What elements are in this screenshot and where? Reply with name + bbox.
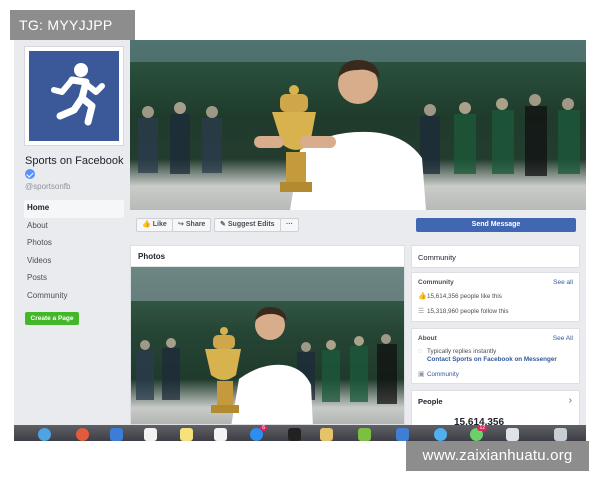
trash-icon[interactable]: [554, 428, 567, 441]
share-label: Share: [185, 221, 206, 228]
music-icon[interactable]: [288, 428, 301, 441]
page-title[interactable]: Sports on Facebook: [25, 154, 125, 182]
messenger-icon: ◌: [418, 348, 423, 355]
chevron-right-icon: ›: [568, 395, 572, 406]
about-subheader: About See All: [412, 329, 579, 345]
suggest-edits-label: Suggest Edits: [227, 221, 275, 228]
like-button[interactable]: 👍 Like: [136, 218, 173, 232]
safari-icon[interactable]: [434, 428, 447, 441]
about-title: About: [418, 335, 437, 342]
community-subheader: Community See all: [412, 273, 579, 289]
cover-photo-illustration: [130, 40, 586, 210]
left-sidebar: Sports on Facebook @sportsonfb Home Abou…: [14, 40, 130, 425]
cover-photo[interactable]: [130, 40, 586, 210]
facebook-page-screen: Sports on Facebook @sportsonfb Home Abou…: [14, 40, 586, 425]
featured-photo[interactable]: [131, 267, 404, 424]
photos-card: Photos: [130, 245, 405, 425]
community-subheader-label: Community: [418, 279, 454, 286]
people-count: 15,614,356: [454, 417, 505, 425]
facetime-icon[interactable]: [396, 428, 409, 441]
calendar-icon[interactable]: [144, 428, 157, 441]
mac-dock: 6 12: [14, 425, 586, 441]
thumbs-up-icon: 👍: [418, 293, 427, 300]
photos-icon[interactable]: [320, 428, 333, 441]
suggest-edits-button[interactable]: ✎ Suggest Edits: [214, 218, 281, 232]
nav-item-photos[interactable]: Photos: [24, 235, 124, 253]
follow-icon: ☰: [418, 308, 425, 315]
nav-item-videos[interactable]: Videos: [24, 253, 124, 271]
likes-row: 👍15,614,356 people like this: [412, 289, 579, 304]
follows-row: ☰ 15,318,960 people follow this: [412, 304, 579, 319]
reminders-icon[interactable]: [214, 428, 227, 441]
finder-icon[interactable]: [38, 428, 51, 441]
replies-text: Typically replies instantly: [427, 348, 497, 355]
profile-picture[interactable]: [24, 46, 124, 146]
notes-icon[interactable]: [180, 428, 193, 441]
page-nav: Home About Photos Videos Posts Community: [24, 200, 124, 305]
messages-badge-icon[interactable]: 12: [470, 425, 487, 441]
channel-tag: TG: MYYJJPP: [10, 10, 135, 40]
page-handle: @sportsonfb: [25, 182, 71, 191]
about-card: About See All ◌ Typically replies instan…: [411, 328, 580, 384]
share-button[interactable]: ↪ Share: [172, 218, 212, 232]
send-message-button[interactable]: Send Message: [416, 218, 576, 232]
featured-photo-illustration: [131, 267, 404, 424]
community-card: Community See all 👍15,614,356 people lik…: [411, 272, 580, 322]
messenger-row: ◌ Typically replies instantly Contact Sp…: [412, 345, 579, 367]
badge-count: 6: [260, 425, 267, 431]
running-person-icon: [29, 51, 119, 141]
app-store-icon[interactable]: 6: [250, 425, 267, 441]
watermark: www.zaixianhuatu.org: [406, 441, 589, 471]
community-see-all-link[interactable]: See all: [553, 279, 573, 286]
like-label: Like: [152, 221, 167, 228]
nav-item-home[interactable]: Home: [24, 200, 124, 218]
page-name-text: Sports on Facebook: [25, 155, 124, 167]
chrome-icon[interactable]: [76, 428, 89, 441]
verified-badge-icon: [25, 169, 35, 179]
follows-count-text: 15,318,960 people follow this: [427, 308, 509, 315]
people-card: People › 15,614,356: [411, 390, 580, 425]
thumbs-up-icon: 👍: [142, 221, 151, 228]
photos-card-title[interactable]: Photos: [131, 246, 404, 267]
nav-item-about[interactable]: About: [24, 218, 124, 236]
community-header-card: Community: [411, 245, 580, 268]
people-title-row[interactable]: People ›: [412, 391, 579, 411]
nav-item-posts[interactable]: Posts: [24, 270, 124, 288]
more-options-button[interactable]: ···: [280, 218, 299, 232]
mail-icon[interactable]: [110, 428, 123, 441]
share-arrow-icon: ↪: [178, 221, 184, 228]
create-page-button[interactable]: Create a Page: [25, 312, 79, 325]
preview-icon[interactable]: [506, 428, 519, 441]
people-title: People: [418, 397, 443, 406]
pencil-icon: ✎: [220, 221, 226, 228]
community-header[interactable]: Community: [412, 246, 579, 268]
about-see-all-link[interactable]: See All: [553, 335, 573, 342]
page-action-bar: 👍 Like ↪ Share ✎ Suggest Edits ··· Send Mes…: [130, 210, 586, 240]
contact-messenger-link[interactable]: Contact Sports on Facebook on Messenger: [427, 356, 557, 363]
badge-count: 12: [477, 425, 487, 431]
likes-count-text: 15,614,356 people like this: [427, 293, 502, 300]
category-icon: ▣: [418, 371, 425, 378]
category-link[interactable]: Community: [427, 371, 459, 378]
category-row: ▣ Community: [412, 367, 579, 382]
messages-icon[interactable]: [358, 428, 371, 441]
nav-item-community[interactable]: Community: [24, 288, 124, 306]
